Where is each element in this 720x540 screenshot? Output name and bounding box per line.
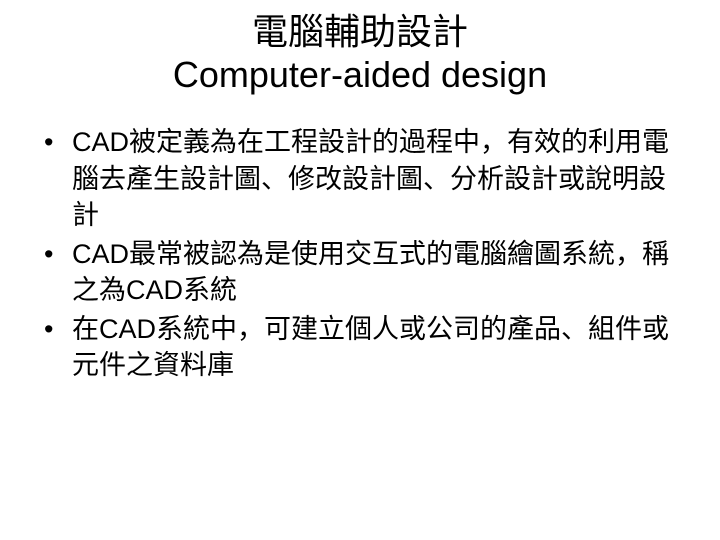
title-line-1: 電腦輔助設計 xyxy=(30,10,690,53)
slide-title: 電腦輔助設計 Computer-aided design xyxy=(30,10,690,96)
list-item: CAD最常被認為是使用交互式的電腦繪圖系統，稱之為CAD系統 xyxy=(58,236,690,309)
bullet-list: CAD被定義為在工程設計的過程中，有效的利用電腦去產生設計圖、修改設計圖、分析設… xyxy=(30,124,690,383)
title-line-2: Computer-aided design xyxy=(30,53,690,96)
list-item: CAD被定義為在工程設計的過程中，有效的利用電腦去產生設計圖、修改設計圖、分析設… xyxy=(58,124,690,233)
list-item: 在CAD系統中，可建立個人或公司的產品、組件或元件之資料庫 xyxy=(58,311,690,384)
